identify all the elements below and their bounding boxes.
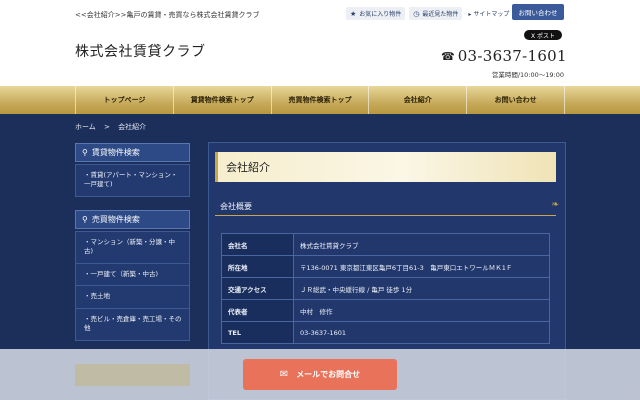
breadcrumb-current: 会社紹介 bbox=[118, 123, 147, 131]
table-row: 交通アクセス ＪＲ総武・中央緩行線 / 亀戸 徒歩 1分 bbox=[221, 277, 550, 300]
header-utility-links: ★ お気に入り物件 ◷ 最近見た物件 ▸ サイトマップ bbox=[346, 7, 509, 20]
table-value: ＪＲ総武・中央緩行線 / 亀戸 徒歩 1分 bbox=[293, 277, 550, 300]
sidebar-rent-heading: ⚲ 賃貸物件検索 bbox=[75, 143, 190, 162]
nav-item-company[interactable]: 会社紹介 bbox=[368, 86, 466, 114]
contact-top-button[interactable]: お問い合わせ bbox=[512, 4, 564, 20]
sitemap-label: サイトマップ bbox=[473, 11, 510, 18]
header-phone[interactable]: ☎ 03-3637-1601 bbox=[441, 47, 567, 65]
sidebar-item-label: 売ビル・売倉庫・売工場・その他 bbox=[84, 314, 182, 333]
sidebar-item-land[interactable]: ・売土地 bbox=[76, 286, 189, 309]
sidebar-item-building[interactable]: ・売ビル・売倉庫・売工場・その他 bbox=[76, 309, 189, 340]
header-tagline: <<会社紹介>>亀戸の賃貸・売買なら株式会社賃貸クラブ bbox=[75, 11, 260, 19]
table-key: 所在地 bbox=[221, 255, 294, 278]
table-value: 中村 修作 bbox=[293, 299, 550, 322]
nav-item-contact[interactable]: お問い合わせ bbox=[466, 86, 565, 114]
phone-number: 03-3637-1601 bbox=[457, 47, 567, 65]
favorites-label: お気に入り物件 bbox=[359, 11, 402, 18]
nav-item-top[interactable]: トップページ bbox=[75, 86, 173, 114]
sidebar-sale-heading-label: 売買物件検索 bbox=[91, 215, 140, 224]
ornament-icon: ❧ bbox=[551, 200, 559, 210]
x-post-button[interactable]: X ポスト bbox=[524, 30, 562, 40]
sidebar-rent-heading-label: 賃貸物件検索 bbox=[91, 148, 140, 157]
clock-icon: ◷ bbox=[413, 9, 420, 18]
site-header: <<会社紹介>>亀戸の賃貸・売買なら株式会社賃貸クラブ 株式会社賃貸クラブ ★ … bbox=[0, 0, 640, 86]
breadcrumb-home[interactable]: ホーム bbox=[75, 123, 96, 131]
sidebar-sale-list: ・マンション（新築・分譲・中古) ・一戸建て（新築・中古) ・売土地 ・売ビル・… bbox=[75, 231, 190, 341]
table-row: TEL 03-3637-1601 bbox=[221, 321, 550, 344]
table-key: 会社名 bbox=[221, 233, 294, 256]
sidebar-item-label: 賃貸(アパート・マンション・一戸建て) bbox=[84, 171, 178, 189]
sidebar-item-mansion[interactable]: ・マンション（新築・分譲・中古) bbox=[76, 232, 189, 264]
search-icon: ⚲ bbox=[82, 215, 88, 224]
table-value: 株式会社賃貸クラブ bbox=[293, 233, 550, 256]
sidebar-item-label: 一戸建て（新築・中古) bbox=[90, 269, 159, 278]
table-row: 所在地 〒136-0071 東京都江東区亀戸6丁目61-3 亀戸東口エトワールＭ… bbox=[221, 255, 550, 278]
sidebar-peek bbox=[75, 364, 190, 386]
table-row: 代表者 中村 修作 bbox=[221, 299, 550, 322]
sidebar-item-rent[interactable]: ・賃貸(アパート・マンション・一戸建て) bbox=[76, 165, 189, 196]
global-nav: トップページ 賃貸物件検索トップ 売買物件検索トップ 会社紹介 お問い合わせ bbox=[0, 86, 640, 114]
page-title: 会社紹介 bbox=[215, 152, 556, 182]
mail-icon: ✉ bbox=[279, 369, 289, 380]
phone-icon: ☎ bbox=[441, 49, 455, 63]
nav-item-sale-search[interactable]: 売買物件検索トップ bbox=[270, 86, 369, 114]
breadcrumb: ホーム > 会社紹介 bbox=[75, 122, 152, 132]
table-key: 交通アクセス bbox=[221, 277, 294, 300]
search-icon: ⚲ bbox=[82, 148, 88, 157]
favorites-button[interactable]: ★ お気に入り物件 bbox=[346, 7, 406, 20]
breadcrumb-separator: > bbox=[104, 123, 110, 131]
business-hours: 営業時間/10:00〜19:00 bbox=[491, 71, 564, 79]
nav-item-rent-search[interactable]: 賃貸物件検索トップ bbox=[172, 86, 271, 114]
sidebar-item-label: 売土地 bbox=[90, 292, 111, 301]
sidebar-item-label: マンション（新築・分譲・中古) bbox=[84, 238, 175, 256]
mail-contact-label: メールでお問合せ bbox=[296, 370, 361, 379]
table-row: 会社名 株式会社賃貸クラブ bbox=[221, 233, 550, 256]
mail-contact-button[interactable]: ✉ メールでお問合せ bbox=[243, 359, 397, 390]
site-logo[interactable]: 株式会社賃貸クラブ bbox=[75, 41, 206, 61]
company-info-table: 会社名 株式会社賃貸クラブ 所在地 〒136-0071 東京都江東区亀戸6丁目6… bbox=[221, 233, 550, 344]
table-key: TEL bbox=[221, 321, 294, 344]
star-icon: ★ bbox=[350, 9, 357, 18]
table-value: 03-3637-1601 bbox=[293, 321, 550, 344]
sidebar-sale-heading: ⚲ 売買物件検索 bbox=[75, 210, 190, 229]
sitemap-link[interactable]: ▸ サイトマップ bbox=[468, 9, 509, 18]
recent-button[interactable]: ◷ 最近見た物件 bbox=[409, 7, 463, 20]
table-value: 〒136-0071 東京都江東区亀戸6丁目61-3 亀戸東口エトワールＭＫ1Ｆ bbox=[293, 255, 550, 278]
recent-label: 最近見た物件 bbox=[422, 11, 459, 18]
sidebar-item-house[interactable]: ・一戸建て（新築・中古) bbox=[76, 264, 189, 287]
table-key: 代表者 bbox=[221, 299, 294, 322]
sidebar-rent-list: ・賃貸(アパート・マンション・一戸建て) bbox=[75, 164, 190, 197]
section-heading: 会社概要 bbox=[215, 198, 556, 216]
